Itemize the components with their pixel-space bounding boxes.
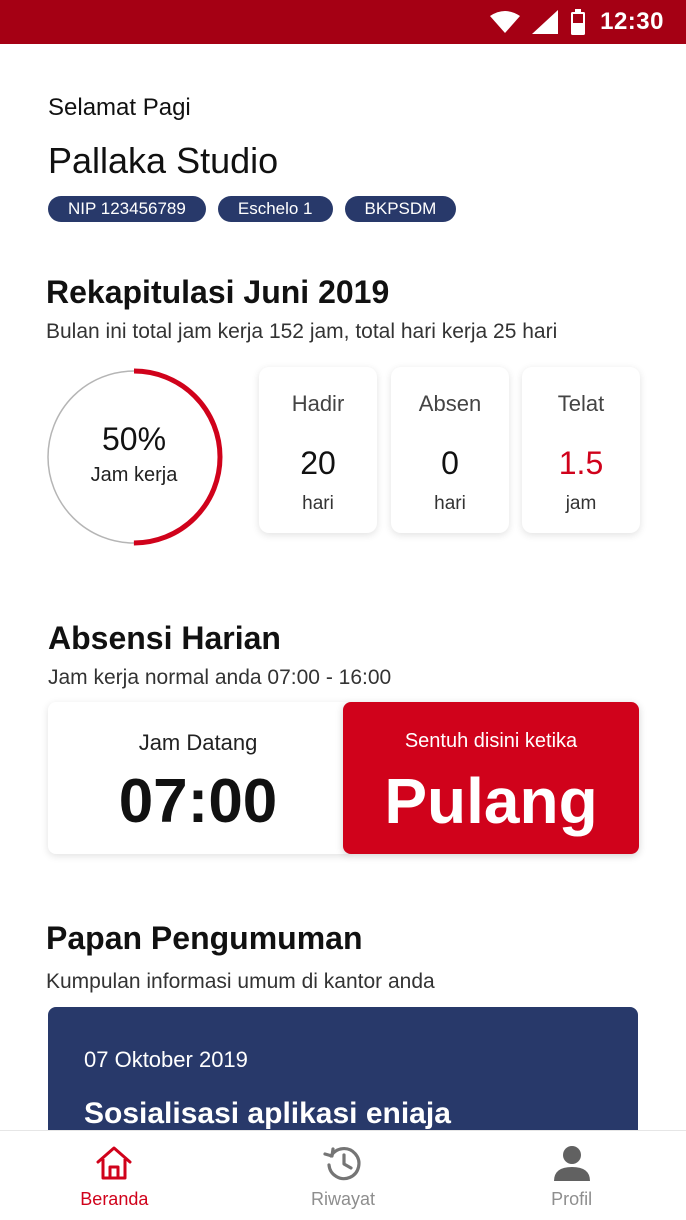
work-hours-progress: 50% Jam kerja xyxy=(44,367,224,547)
nav-item-beranda[interactable]: Beranda xyxy=(0,1131,229,1220)
signal-icon xyxy=(532,10,559,34)
checkout-button[interactable]: Sentuh disini ketika Pulang xyxy=(343,702,639,854)
badge-department: BKPSDM xyxy=(344,196,457,222)
announcement-card[interactable]: 07 Oktober 2019 Sosialisasi aplikasi eni… xyxy=(48,1007,638,1130)
user-name: Pallaka Studio xyxy=(48,140,279,181)
nav-item-riwayat[interactable]: Riwayat xyxy=(229,1131,458,1220)
arrival-label: Jam Datang xyxy=(138,730,258,755)
stat-card-hadir: Hadir 20 hari xyxy=(259,367,377,533)
checkout-hint: Sentuh disini ketika xyxy=(404,730,578,752)
stat-label: Absen xyxy=(418,391,482,416)
stat-unit: hari xyxy=(434,493,466,514)
recap-title: Rekapitulasi Juni 2019 xyxy=(46,274,390,310)
badge-nip: NIP 123456789 xyxy=(48,196,206,222)
profile-icon xyxy=(553,1146,590,1181)
home-content[interactable]: Selamat Pagi Pallaka Studio NIP 12345678… xyxy=(0,44,686,1130)
home-icon xyxy=(96,1146,132,1180)
announcement-headline: Sosialisasi aplikasi eniaja xyxy=(84,1097,451,1130)
badge-eschelon: Eschelo 1 xyxy=(217,196,333,222)
wifi-icon xyxy=(490,10,521,34)
greeting-text: Selamat Pagi xyxy=(48,94,191,121)
status-time: 12:30 xyxy=(600,8,664,35)
attendance-title: Absensi Harian xyxy=(48,620,281,656)
battery-icon xyxy=(570,9,586,35)
stat-label: Hadir xyxy=(291,391,345,416)
announcement-date: 07 Oktober 2019 xyxy=(84,1047,248,1072)
arrival-time: 07:00 xyxy=(118,767,278,836)
stat-value: 0 xyxy=(441,445,459,481)
nav-label: Beranda xyxy=(80,1189,149,1209)
checkout-action: Pulang xyxy=(384,765,598,837)
progress-percent: 50% xyxy=(101,421,167,457)
history-icon xyxy=(323,1147,361,1181)
board-title: Papan Pengumuman xyxy=(46,920,363,956)
stat-unit: hari xyxy=(302,493,334,514)
nav-label: Profil xyxy=(551,1189,593,1209)
attendance-subtitle: Jam kerja normal anda 07:00 - 16:00 xyxy=(48,666,392,689)
stat-value: 20 xyxy=(300,445,336,481)
stat-unit: jam xyxy=(565,493,597,514)
stat-card-absen: Absen 0 hari xyxy=(391,367,509,533)
stat-value: 1.5 xyxy=(558,445,604,481)
status-bar: 12:30 xyxy=(0,0,686,44)
user-badges: NIP 123456789 Eschelo 1 BKPSDM xyxy=(48,196,457,222)
stat-label: Telat xyxy=(557,391,605,416)
nav-item-profil[interactable]: Profil xyxy=(457,1131,686,1220)
nav-label: Riwayat xyxy=(310,1189,376,1209)
arrival-time-card: Jam Datang 07:00 xyxy=(48,702,348,854)
progress-label: Jam kerja xyxy=(90,464,178,486)
bottom-nav: Beranda Riwayat Profil xyxy=(0,1130,686,1220)
board-subtitle: Kumpulan informasi umum di kantor anda xyxy=(46,970,435,993)
stat-card-telat: Telat 1.5 jam xyxy=(522,367,640,533)
recap-subtitle: Bulan ini total jam kerja 152 jam, total… xyxy=(46,320,558,343)
